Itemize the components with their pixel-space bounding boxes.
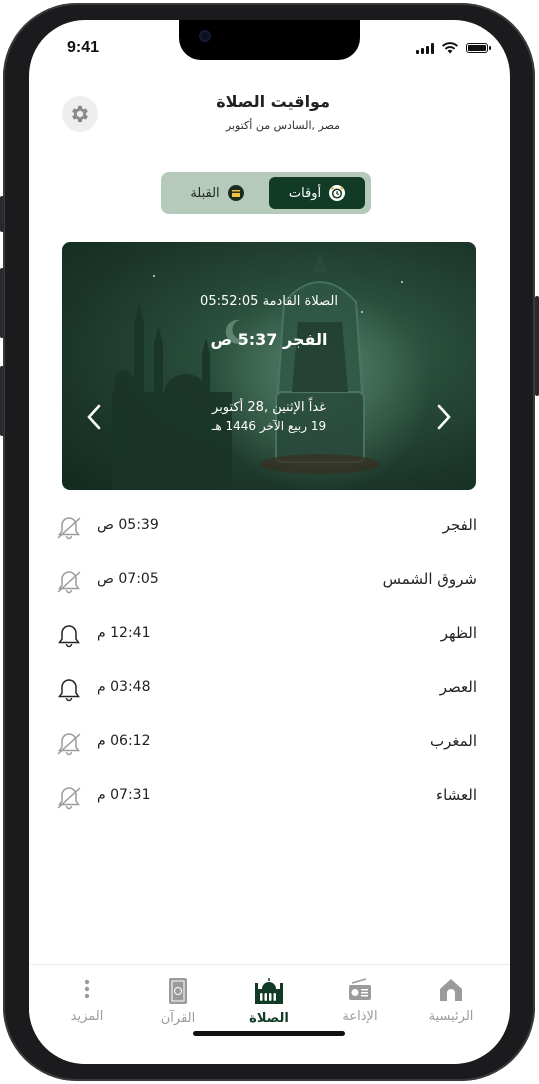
view-toggle: أوقات القبلة	[161, 172, 371, 214]
next-prayer-name: الفجر	[282, 330, 328, 349]
prayer-time: 05:39 ص	[97, 517, 159, 533]
tab-times[interactable]: أوقات	[269, 177, 365, 209]
prayer-name: الظهر	[440, 624, 477, 642]
next-prayer-line: الفجر 5:37 ص	[62, 330, 476, 349]
tab-more-label: المزيد	[70, 1009, 104, 1024]
prayer-name: الفجر	[442, 516, 477, 534]
bell-off-icon[interactable]	[55, 784, 83, 812]
bell-off-icon[interactable]	[55, 730, 83, 758]
mosque-lantern-illustration	[112, 252, 430, 490]
tab-more[interactable]: المزيد	[42, 977, 132, 1024]
radio-icon	[349, 978, 371, 1000]
quran-book-icon	[169, 978, 187, 1004]
home-icon	[440, 979, 462, 1001]
bell-icon[interactable]	[55, 676, 83, 704]
volume-up-button	[0, 268, 4, 338]
volume-down-button	[0, 366, 4, 436]
status-icons	[416, 42, 491, 54]
prayer-name: العشاء	[436, 786, 477, 804]
hijri-date: 19 ربيع الآخر 1446 هـ	[211, 419, 327, 433]
tab-prayer[interactable]: الصلاة	[224, 977, 314, 1026]
home-indicator[interactable]	[193, 1031, 345, 1036]
next-prayer-countdown: الصلاة القادمة 05:52:05	[200, 294, 338, 309]
power-button	[535, 296, 539, 396]
wifi-icon	[442, 42, 458, 54]
tab-qibla[interactable]: القبلة	[169, 177, 265, 209]
signal-icon	[416, 42, 434, 54]
settings-button[interactable]	[62, 96, 98, 132]
prayer-name: شروق الشمس	[382, 570, 477, 588]
tab-times-label: أوقات	[288, 185, 322, 201]
kaaba-icon	[227, 185, 244, 201]
prayer-name: المغرب	[429, 732, 477, 750]
next-prayer-time: 5:37 ص	[210, 330, 278, 349]
gear-icon	[72, 105, 88, 123]
bell-off-icon[interactable]	[55, 514, 83, 542]
previous-day-button[interactable]	[82, 402, 106, 432]
tab-radio[interactable]: الإذاعة	[315, 977, 405, 1024]
screen: 9:41 مواقيت الصلاة مصر ,السادس من أكتوبر	[29, 20, 510, 1064]
bell-icon[interactable]	[55, 622, 83, 650]
prayer-row-dhuhr: الظهر 12:41 م	[53, 616, 477, 656]
tab-radio-label: الإذاعة	[342, 1009, 378, 1024]
bottom-tab-bar: الرئيسية الإذاعة الصلاة القرآن المزيد	[29, 964, 510, 1064]
prayer-time: 12:41 م	[97, 625, 151, 641]
prayer-name: العصر	[439, 678, 477, 696]
mosque-icon	[255, 978, 283, 1004]
gregorian-date: غداً الإثنين ,28 أكتوبر	[212, 400, 326, 415]
battery-icon	[466, 43, 491, 53]
alarm-clock-icon	[329, 185, 346, 201]
chevron-right-icon	[437, 404, 451, 430]
prayer-time: 07:05 ص	[97, 571, 159, 587]
next-prayer-banner: الصلاة القادمة 05:52:05 الفجر 5:37 ص غدا…	[62, 242, 476, 490]
notch	[179, 20, 360, 60]
tab-home[interactable]: الرئيسية	[406, 977, 496, 1024]
tab-prayer-label: الصلاة	[249, 1011, 289, 1026]
tab-quran-label: القرآن	[160, 1011, 196, 1026]
prayer-row-asr: العصر 03:48 م	[53, 670, 477, 710]
next-day-button[interactable]	[432, 402, 456, 432]
prayer-row-maghrib: المغرب 06:12 م	[53, 724, 477, 764]
prayer-time: 03:48 م	[97, 679, 151, 695]
silent-switch	[0, 196, 4, 232]
more-vertical-icon	[84, 979, 90, 999]
page-title: مواقيت الصلاة	[216, 92, 330, 111]
prayer-time: 06:12 م	[97, 733, 151, 749]
tab-qibla-label: القبلة	[190, 185, 220, 201]
prayer-row-fajr: الفجر 05:39 ص	[53, 508, 477, 548]
bell-off-icon[interactable]	[55, 568, 83, 596]
tab-quran[interactable]: القرآن	[133, 977, 223, 1026]
status-time: 9:41	[67, 39, 100, 56]
chevron-left-icon	[87, 404, 101, 430]
prayer-time: 07:31 م	[97, 787, 151, 803]
tab-home-label: الرئيسية	[428, 1009, 474, 1024]
location-subtitle: مصر ,السادس من أكتوبر	[225, 119, 340, 132]
camera	[199, 30, 211, 42]
prayer-row-sunrise: شروق الشمس 07:05 ص	[53, 562, 477, 602]
prayer-row-isha: العشاء 07:31 م	[53, 778, 477, 818]
